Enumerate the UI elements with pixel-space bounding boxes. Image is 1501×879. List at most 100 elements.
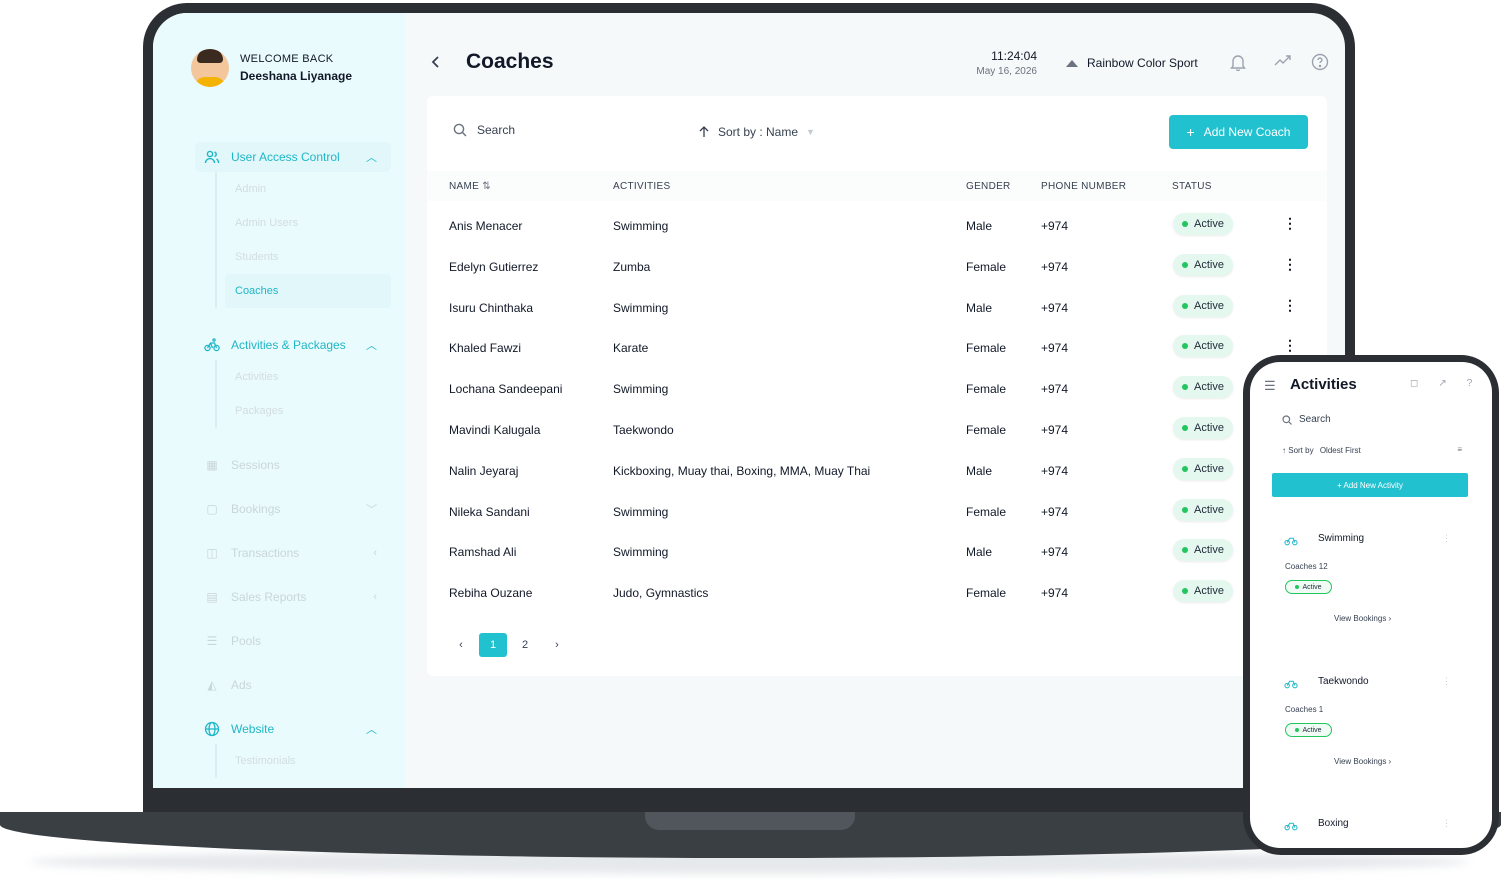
hamburger-icon[interactable]: ☰ [1264,378,1276,394]
arrow-up-icon: ↑ [1282,446,1286,455]
table-row[interactable]: Lochana Sandeepani Swimming Female +974 Acti… [427,369,1327,410]
table-row[interactable]: Nalin Jeyaraj Kickboxing, Muay thai, Boxi… [427,451,1327,492]
sidebar-item-website[interactable]: Website ︿ [195,714,391,744]
help-icon[interactable]: ? [1467,378,1473,389]
more-icon[interactable]: ⋮ [1442,676,1451,687]
sidebar-subitem-coaches[interactable]: Coaches [225,274,391,308]
table-row[interactable]: Khaled Fawzi Karate Female +974 Active ⋮ [427,328,1327,369]
list-icon: ☰ [206,634,218,648]
add-new-coach-button[interactable]: + Add New Coach [1169,115,1308,149]
sidebar-item-user-access-control[interactable]: User Access Control ︿ [195,142,391,172]
sidebar-item-sales-reports[interactable]: ▤ Sales Reports ‹ [195,582,391,612]
phone-search-input[interactable]: Search [1282,414,1331,425]
status-label: Active [1194,381,1224,394]
activity-name: Boxing [1318,818,1349,829]
coach-name: Mavindi Kalugala [449,423,541,437]
sidebar-subitem-admin[interactable]: Admin [235,172,391,206]
coach-phone: +974 [1041,219,1069,233]
more-actions-icon[interactable]: ⋮ [1283,297,1297,314]
sidebar-subitem-students[interactable]: Students [235,240,391,274]
add-new-activity-button[interactable]: + Add New Activity [1272,473,1468,497]
table-row[interactable]: Mavindi Kalugala Taekwondo Female +974 Activ… [427,410,1327,451]
search-placeholder: Search [1299,414,1331,425]
clock: 11:24:04 May 16, 2026 [973,49,1037,77]
phone-header-icons: ◻ ↗ ? [1410,378,1472,389]
sort-dropdown[interactable]: Sort by : Name ▼ [699,125,815,139]
user-profile[interactable]: WELCOME BACK Deeshana Liyanage [191,49,352,87]
bike-icon [1284,818,1298,836]
more-icon[interactable]: ⋮ [1442,818,1451,829]
coach-gender: Female [966,259,1007,274]
coaches-card: Search Sort by : Name ▼ + Add New Coach … [427,96,1327,676]
bell-icon[interactable]: ◻ [1410,378,1418,389]
sidebar-item-activities-packages[interactable]: Activities & Packages ︿ [195,330,391,360]
coach-phone: +974 [1041,423,1069,437]
more-actions-icon[interactable]: ⋮ [1283,337,1297,354]
coach-activities: Swimming [613,300,669,315]
calendar-icon: ▢ [206,502,218,516]
coach-activities: Swimming [613,504,669,519]
table-row[interactable]: Rebiha Ouzane Judo, Gymnastics Female +974 A… [427,573,1327,614]
coach-gender: Female [966,341,1007,356]
megaphone-icon: ◭ [207,678,217,692]
sub-list: Testimonials [215,744,391,778]
prev-page-button[interactable]: ‹ [447,633,475,657]
sidebar-subitem-activities[interactable]: Activities [235,360,391,394]
sidebar-subitem-packages[interactable]: Packages [235,394,391,428]
table-row[interactable]: Anis Menacer Swimming Male +974 Active ⋮ [427,206,1327,247]
help-icon[interactable] [1311,53,1329,71]
sub-list: Activities Packages [215,360,391,428]
chevron-down-icon: ﹀ [366,504,377,516]
sidebar-item-ads[interactable]: ◭ Ads [195,670,391,700]
view-bookings-link[interactable]: View Bookings › [1334,757,1391,766]
chevron-up-icon: ︿ [366,340,377,352]
view-bookings-link[interactable]: View Bookings › [1334,614,1391,623]
sidebar-item-transactions[interactable]: ◫ Transactions ‹ [195,538,391,568]
page-button-2[interactable]: 2 [511,633,539,657]
sidebar-item-label: Website [231,722,275,736]
sidebar-subitem-admin-users[interactable]: Admin Users [235,206,391,240]
column-phone: PHONE NUMBER [1041,181,1127,192]
trend-icon[interactable] [1274,53,1292,71]
table-row[interactable]: Nileka Sandani Swimming Female +974 Active [427,492,1327,533]
status-badge: Active [1173,294,1233,317]
coach-phone: +974 [1041,545,1069,560]
next-page-button[interactable]: › [543,633,571,657]
clock-date: May 16, 2026 [976,66,1037,77]
table-row[interactable]: Edelyn Gutierrez Zumba Female +974 Active ⋮ [427,247,1327,288]
status-label: Active [1194,340,1224,353]
org-selector[interactable]: Rainbow Color Sport [1065,56,1198,70]
status-label: Active [1194,585,1224,598]
arrow-up-icon [699,126,709,137]
column-name[interactable]: NAME ⇅ [449,181,491,192]
back-button[interactable] [431,55,441,73]
search-input[interactable]: Search [453,123,515,137]
sidebar-subitem-testimonials[interactable]: Testimonials [235,744,391,778]
filter-icon[interactable]: ≡ [1457,445,1462,454]
bell-icon[interactable] [1230,53,1248,72]
phone-sort-dropdown[interactable]: ↑ Sort by Oldest First ≡ [1282,445,1462,455]
status-badge: Active [1173,376,1233,399]
page-button-1[interactable]: 1 [479,633,507,657]
sort-icon[interactable]: ⇅ [482,181,491,192]
sidebar-item-sessions[interactable]: ▦ Sessions [195,450,391,480]
table-row[interactable]: Ramshad Ali Swimming Male +974 Active [427,532,1327,573]
coach-gender: Male [966,219,993,233]
sidebar-item-bookings[interactable]: ▢ Bookings ﹀ [195,494,391,524]
report-icon: ▤ [206,590,218,604]
table-row[interactable]: Isuru Chinthaka Swimming Male +974 Active ⋮ [427,288,1327,329]
more-actions-icon[interactable]: ⋮ [1283,215,1297,232]
trend-icon[interactable]: ↗ [1438,378,1446,389]
more-icon[interactable]: ⋮ [1442,533,1451,544]
sidebar-item-label: User Access Control [231,150,340,164]
bike-icon [1284,533,1298,551]
status-badge: Active [1173,213,1233,235]
sort-value: Oldest First [1319,446,1361,455]
table-header: NAME ⇅ ACTIVITIES GENDER PHONE NUMBER ST… [427,171,1327,201]
status-dot [1182,343,1189,350]
more-actions-icon[interactable]: ⋮ [1283,256,1297,273]
status-dot [1182,384,1189,391]
column-status: STATUS [1172,181,1212,192]
sidebar-item-pools[interactable]: ☰ Pools [195,626,391,656]
nav-group-activities: Activities & Packages ︿ Activities Packa… [195,330,391,428]
